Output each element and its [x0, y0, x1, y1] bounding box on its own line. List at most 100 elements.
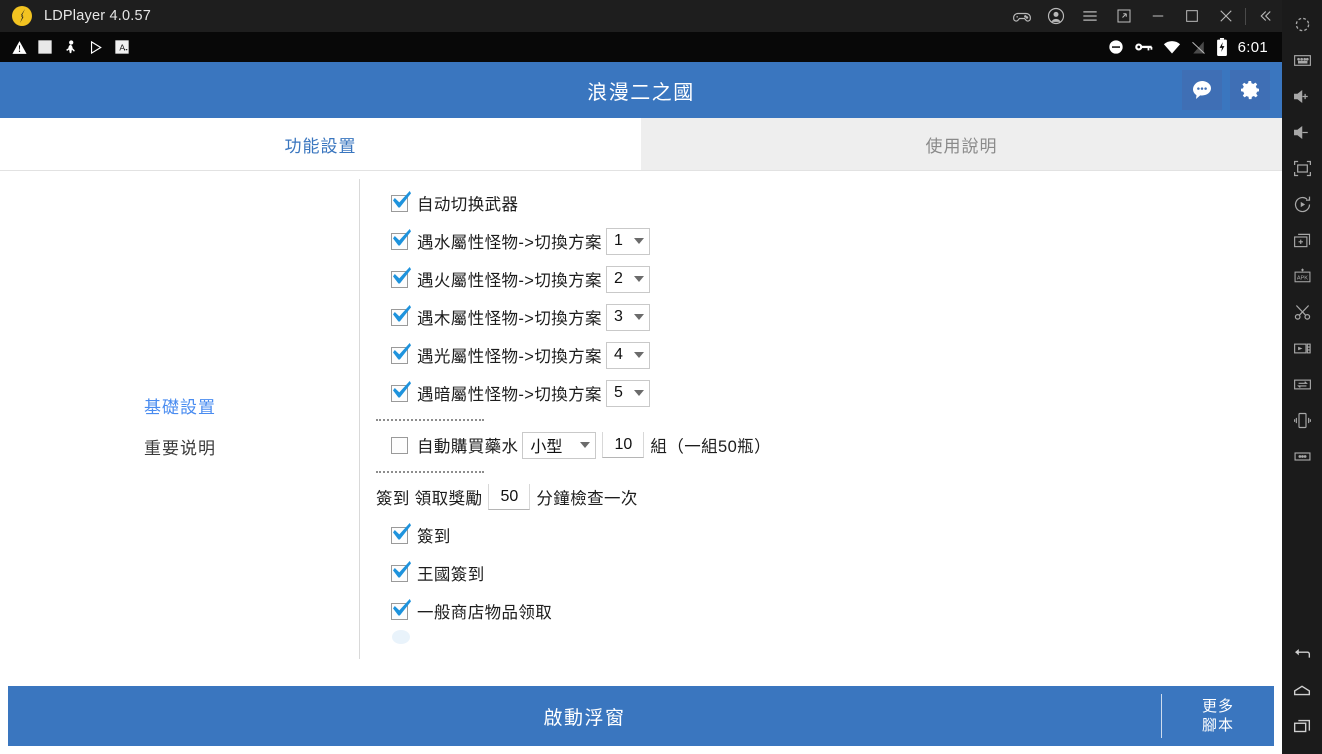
fullscreen-icon[interactable] [1282, 150, 1322, 186]
input-potion-quantity[interactable] [602, 432, 645, 458]
minimize-icon[interactable] [1141, 0, 1175, 32]
sidebar-item-important-notes[interactable]: 重要说明 [144, 434, 216, 459]
checkbox-shop-item-claim[interactable] [391, 602, 408, 620]
rotate-icon[interactable] [1282, 186, 1322, 222]
menu-icon[interactable] [1073, 0, 1107, 32]
setting-row-clipped[interactable] [372, 630, 1282, 646]
ldplayer-logo-icon [12, 6, 32, 26]
select-element-water[interactable]: 1 [605, 227, 650, 255]
file-transfer-icon[interactable] [1282, 366, 1322, 402]
resize-icon[interactable] [1107, 0, 1141, 32]
back-icon[interactable] [1282, 636, 1322, 672]
input-checkin-minutes[interactable] [488, 484, 531, 510]
account-icon[interactable] [1039, 0, 1073, 32]
checkbox-kingdom-checkin[interactable] [391, 564, 408, 582]
select-value-element-light: 4 [613, 346, 623, 363]
setting-auto-buy-potion[interactable]: 自動購買藥水 小型 組 （一組50瓶） [372, 426, 1282, 464]
content-area: 基礎設置 重要说明 自动切换武器 遇水屬性怪物->切換方案 1 遇火屬性怪物->… [0, 171, 1282, 680]
status-notification-icons: A [11, 39, 130, 56]
checkbox-clipped[interactable] [391, 630, 410, 646]
select-value-element-dark: 5 [613, 384, 623, 401]
label-element-water: 遇水屬性怪物->切換方案 [417, 234, 602, 252]
checkbox-element-fire[interactable] [391, 270, 408, 288]
android-status-bar: A 6:01 [0, 32, 1282, 62]
install-apk-icon[interactable]: APK [1282, 258, 1322, 294]
setting-element-light[interactable]: 遇光屬性怪物->切換方案 4 [372, 336, 1282, 374]
label-element-wood: 遇木屬性怪物->切換方案 [417, 310, 602, 328]
label-element-light: 遇光屬性怪物->切換方案 [417, 348, 602, 366]
setting-checkin[interactable]: 簽到 [372, 516, 1282, 554]
volume-up-icon[interactable] [1282, 78, 1322, 114]
settings-icon[interactable] [1282, 6, 1322, 42]
chevron-down-icon [633, 314, 644, 320]
maximize-icon[interactable] [1175, 0, 1209, 32]
collapse-sidebar-icon[interactable] [1248, 0, 1282, 32]
keyboard-icon[interactable] [1282, 42, 1322, 78]
chevron-down-icon [633, 238, 644, 244]
mascot-app-icon [62, 39, 79, 56]
chat-bubble-icon[interactable] [1182, 70, 1222, 110]
select-element-light[interactable]: 4 [605, 341, 650, 369]
checkbox-element-water[interactable] [391, 232, 408, 250]
close-icon[interactable] [1209, 0, 1243, 32]
volume-down-icon[interactable] [1282, 114, 1322, 150]
gear-icon[interactable] [1230, 70, 1270, 110]
label-checkin-prefix: 簽到 領取獎勵 [376, 490, 483, 508]
select-element-dark[interactable]: 5 [605, 379, 650, 407]
more-icon[interactable] [1282, 438, 1322, 474]
label-element-dark: 遇暗屬性怪物->切換方案 [417, 386, 602, 404]
home-icon[interactable] [1282, 672, 1322, 708]
side-menu: 基礎設置 重要说明 [0, 171, 360, 680]
label-potion-unit: 組 [650, 438, 668, 456]
setting-element-water[interactable]: 遇水屬性怪物->切換方案 1 [372, 222, 1282, 260]
app-header: 浪漫二之國 [0, 62, 1282, 118]
vpn-key-icon [1134, 39, 1153, 55]
checkbox-checkin[interactable] [391, 526, 408, 544]
bottom-bar-inner: 啟動浮窗 更多 腳本 [8, 686, 1274, 746]
gamepad-icon[interactable] [1005, 0, 1039, 32]
setting-shop-item-claim[interactable]: 一般商店物品领取 [372, 592, 1282, 630]
label-auto-buy-potion: 自動購買藥水 [417, 438, 519, 456]
letter-a-app-icon: A [114, 39, 130, 55]
more-scripts-button[interactable]: 更多 腳本 [1162, 697, 1274, 736]
section-divider-dotted [376, 419, 484, 421]
label-auto-switch-weapon: 自动切换武器 [417, 196, 519, 214]
recents-icon[interactable] [1282, 708, 1322, 744]
setting-element-dark[interactable]: 遇暗屬性怪物->切換方案 5 [372, 374, 1282, 412]
setting-kingdom-checkin[interactable]: 王國簽到 [372, 554, 1282, 592]
tab-function-settings[interactable]: 功能設置 [0, 118, 641, 171]
checkbox-auto-switch-weapon[interactable] [391, 194, 408, 212]
chevron-down-icon [633, 276, 644, 282]
select-potion-size[interactable]: 小型 [522, 431, 597, 459]
chevron-down-icon [580, 442, 591, 448]
label-checkin-suffix: 分鐘檢查一次 [536, 490, 638, 508]
label-kingdom-checkin: 王國簽到 [417, 566, 485, 584]
tab-usage-instructions[interactable]: 使用說明 [641, 118, 1282, 171]
signal-icon [1191, 40, 1206, 55]
checkbox-element-wood[interactable] [391, 308, 408, 326]
settings-panel: 自动切换武器 遇水屬性怪物->切換方案 1 遇火屬性怪物->切換方案 2 遇木屬… [360, 171, 1282, 680]
add-window-icon[interactable] [1282, 222, 1322, 258]
svg-text:APK: APK [1296, 275, 1307, 281]
checkbox-auto-buy-potion[interactable] [391, 436, 408, 454]
select-element-wood[interactable]: 3 [605, 303, 650, 331]
screenshot-scissors-icon[interactable] [1282, 294, 1322, 330]
checkbox-element-light[interactable] [391, 346, 408, 364]
sidebar-item-basic-settings[interactable]: 基礎設置 [144, 393, 216, 418]
window-title: LDPlayer 4.0.57 [44, 8, 151, 24]
setting-element-fire[interactable]: 遇火屬性怪物->切換方案 2 [372, 260, 1282, 298]
warning-icon [11, 39, 28, 56]
section-divider-dotted-2 [376, 471, 484, 473]
shake-icon[interactable] [1282, 402, 1322, 438]
label-element-fire: 遇火屬性怪物->切換方案 [417, 272, 602, 290]
select-value-element-wood: 3 [613, 308, 623, 325]
record-video-icon[interactable] [1282, 330, 1322, 366]
chevron-down-icon [633, 352, 644, 358]
select-element-fire[interactable]: 2 [605, 265, 650, 293]
header-actions [1182, 70, 1270, 110]
start-floating-window-button[interactable]: 啟動浮窗 [8, 703, 1161, 730]
tab-bar: 功能設置 使用說明 [0, 118, 1282, 171]
setting-auto-switch-weapon[interactable]: 自动切换武器 [372, 184, 1282, 222]
setting-element-wood[interactable]: 遇木屬性怪物->切換方案 3 [372, 298, 1282, 336]
checkbox-element-dark[interactable] [391, 384, 408, 402]
